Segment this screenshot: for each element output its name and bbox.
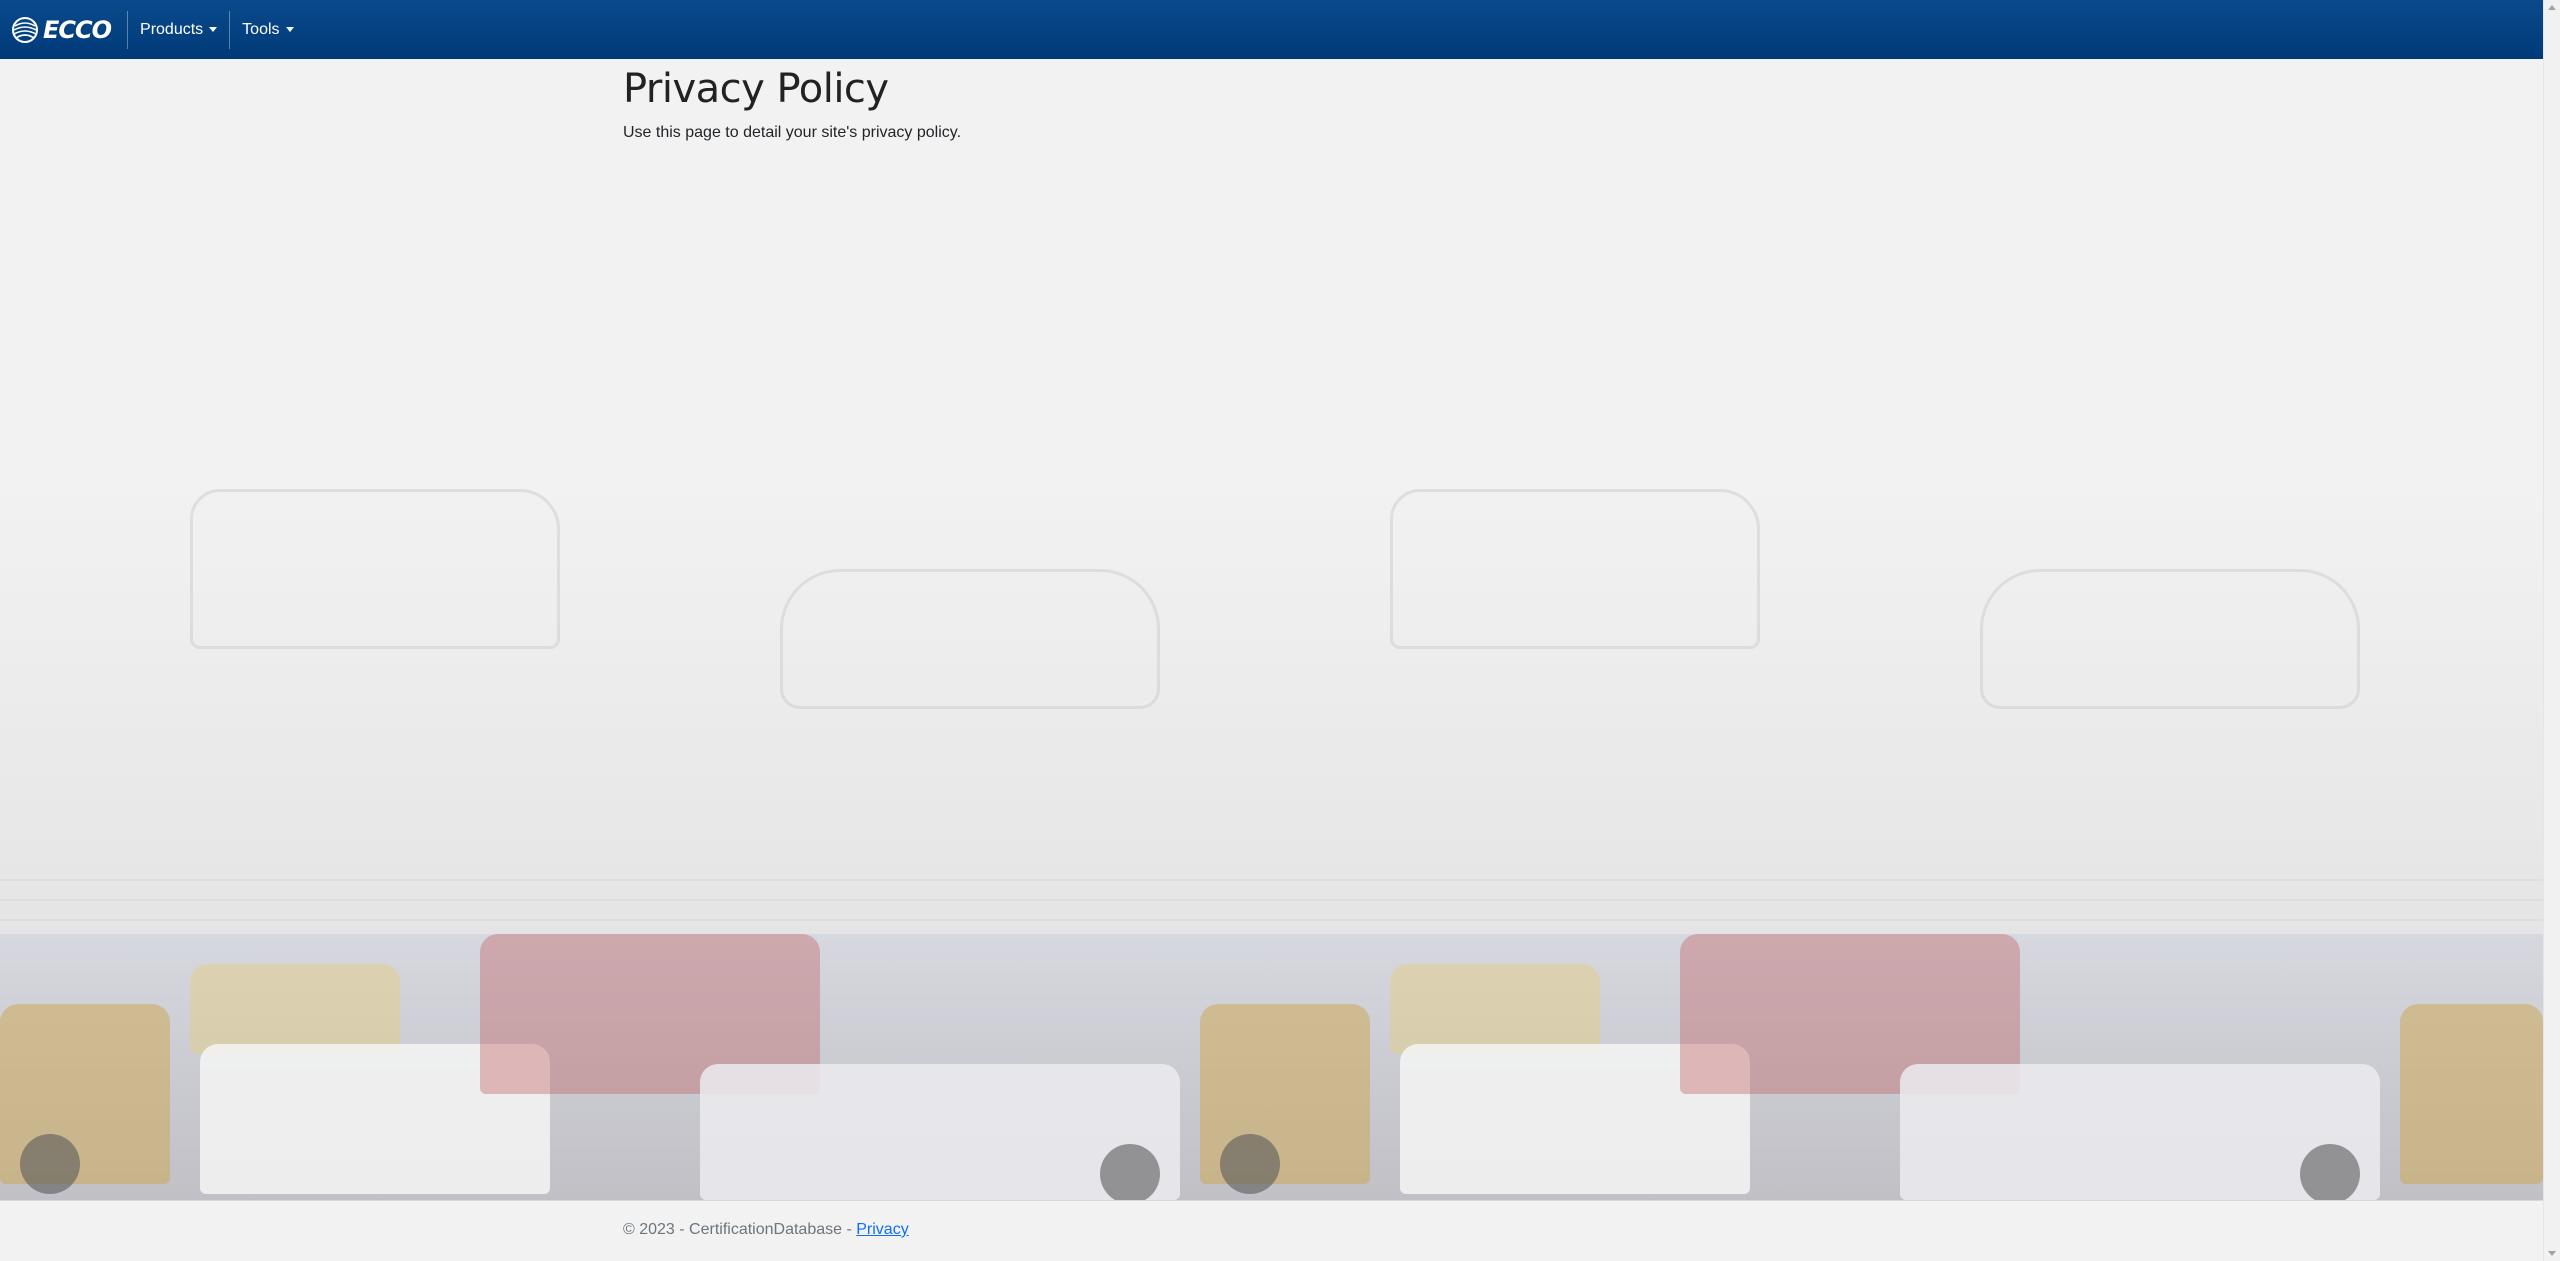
background-stripe	[0, 919, 2543, 921]
footer-text: © 2023 - CertificationDatabase - Privacy	[623, 1221, 909, 1239]
footer-copyright: © 2023 - CertificationDatabase -	[623, 1221, 857, 1238]
vertical-scrollbar[interactable]	[2543, 0, 2560, 1261]
wheel	[1220, 1134, 1280, 1194]
ghost-motorcycle	[780, 569, 1160, 709]
main-content: Privacy Policy Use this page to detail y…	[623, 66, 1923, 142]
truck-box	[1390, 964, 1600, 1054]
ghost-vehicle	[190, 489, 560, 649]
loader-vehicle	[2400, 1004, 2543, 1184]
vehicle-scene	[2400, 934, 2543, 1200]
viewport: ECCO Products Tools Privacy Policy Use t…	[0, 0, 2543, 1261]
privacy-link[interactable]: Privacy	[856, 1221, 908, 1238]
top-navbar: ECCO Products Tools	[0, 0, 2543, 59]
ecco-globe-logo-icon	[11, 16, 39, 44]
caret-down-icon	[209, 27, 218, 32]
footer: © 2023 - CertificationDatabase - Privacy	[0, 1200, 2543, 1261]
background-stripe	[0, 879, 2543, 881]
background-image	[0, 59, 2543, 1200]
nav-products-dropdown[interactable]: Products	[128, 11, 229, 49]
vehicle-scene	[1200, 934, 2400, 1200]
caret-down-icon	[285, 27, 294, 32]
page: ECCO Products Tools Privacy Policy Use t…	[0, 0, 2560, 1261]
nav-products-label: Products	[140, 20, 204, 38]
scroll-up-arrow-icon[interactable]	[2548, 5, 2556, 10]
wheel	[20, 1134, 80, 1194]
page-description: Use this page to detail your site's priv…	[623, 124, 962, 141]
nav-tools-label: Tools	[242, 20, 280, 38]
wheel	[1100, 1144, 1160, 1200]
ghost-motorcycle	[1980, 569, 2360, 709]
ghost-vehicle	[1390, 489, 1760, 649]
nav-tools-dropdown[interactable]: Tools	[229, 10, 305, 49]
vehicle-scene	[0, 934, 1200, 1200]
truck-box	[190, 964, 400, 1054]
brand-name: ECCO	[43, 15, 112, 44]
page-title: Privacy Policy	[623, 66, 889, 112]
scroll-down-arrow-icon[interactable]	[2548, 1251, 2556, 1256]
brand-logo-link[interactable]: ECCO	[0, 10, 129, 49]
background-stripe	[0, 899, 2543, 901]
wheel	[2300, 1144, 2360, 1200]
